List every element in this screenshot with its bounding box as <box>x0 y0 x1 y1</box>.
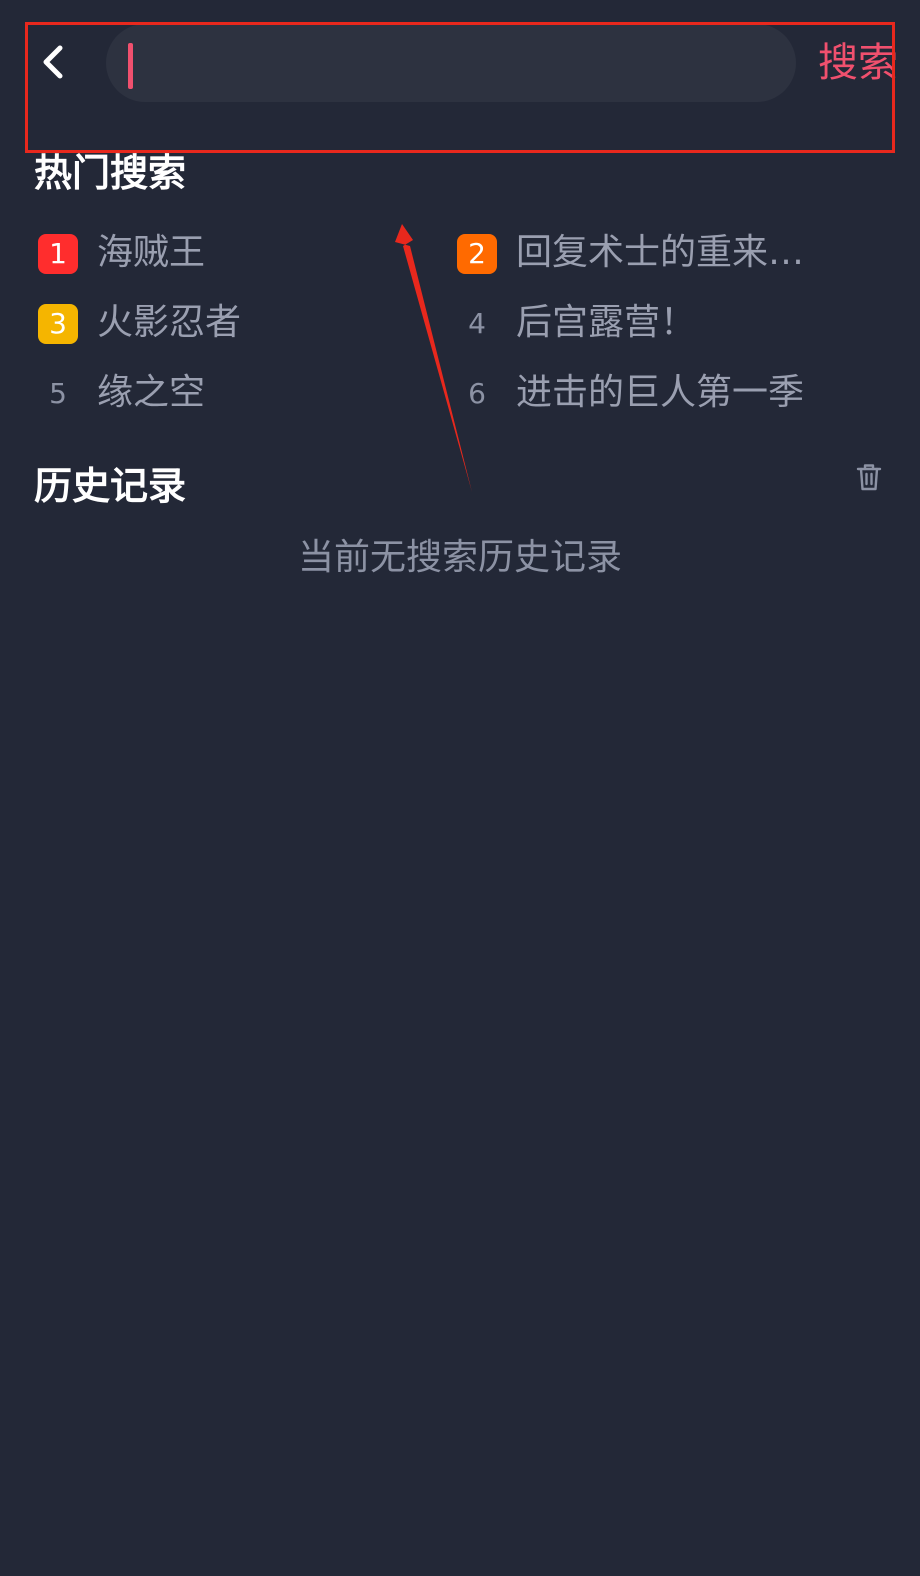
hot-item-4[interactable]: 4 后宫露营！ <box>457 302 857 346</box>
rank-badge: 2 <box>457 234 497 274</box>
rank-number: 5 <box>49 377 67 410</box>
hot-search-title: 热门搜索 <box>34 151 187 195</box>
history-empty-message: 当前无搜索历史记录 <box>297 537 622 578</box>
rank-number: 4 <box>468 307 486 340</box>
hot-item-6[interactable]: 6 进击的巨人第一季 <box>457 372 857 416</box>
search-box[interactable] <box>106 24 796 102</box>
hot-item-label: 火影忍者 <box>97 302 242 343</box>
hot-item-label: 进击的巨人第一季 <box>516 372 805 413</box>
back-button[interactable] <box>36 42 72 82</box>
hot-item-5[interactable]: 5 缘之空 <box>38 372 438 416</box>
hot-item-label: 海贼王 <box>97 232 206 273</box>
hot-item-label: 缘之空 <box>97 372 206 413</box>
hot-item-3[interactable]: 3 火影忍者 <box>38 302 438 346</box>
chevron-left-icon <box>43 45 63 79</box>
hot-item-label: 回复术士的重来… <box>516 232 805 273</box>
hot-item-1[interactable]: 1 海贼王 <box>38 232 438 276</box>
clear-history-button[interactable] <box>855 462 883 492</box>
search-button[interactable]: 搜索 <box>818 36 898 90</box>
text-caret <box>128 43 133 89</box>
hot-item-label: 后宫露营！ <box>516 302 697 343</box>
hot-item-2[interactable]: 2 回复术士的重来… <box>457 232 857 276</box>
search-input[interactable] <box>142 24 762 102</box>
history-title: 历史记录 <box>34 464 187 508</box>
trash-icon <box>856 464 882 491</box>
rank-number: 6 <box>468 377 486 410</box>
rank-badge: 3 <box>38 304 78 344</box>
rank-badge: 1 <box>38 234 78 274</box>
